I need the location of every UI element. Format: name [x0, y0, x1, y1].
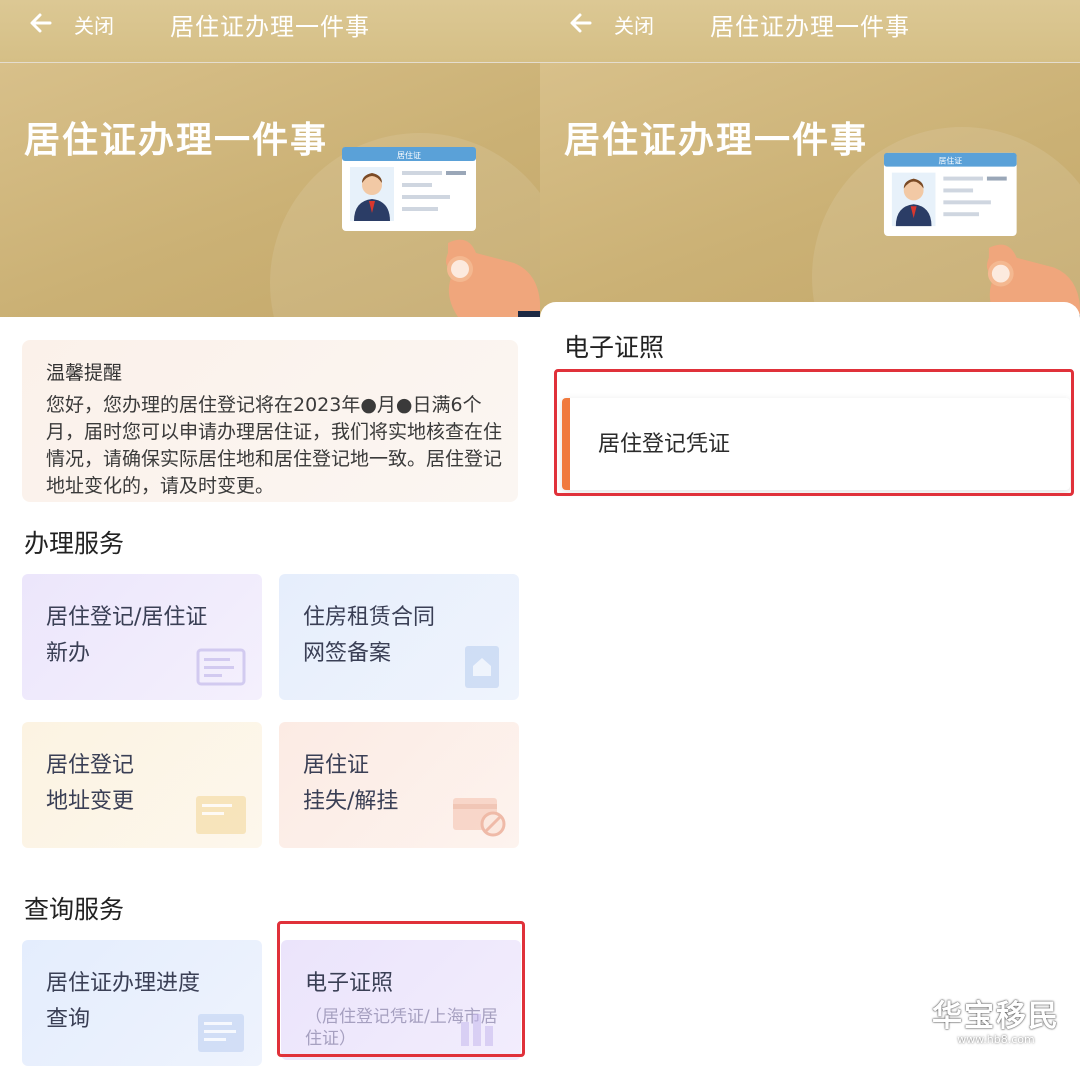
reminder-title: 温馨提醒 [46, 362, 123, 384]
close-button[interactable]: 关闭 [614, 10, 654, 39]
watermark: 华宝移民 www.hb8.com [932, 991, 1060, 1046]
card-block-icon [453, 798, 506, 837]
highlight-box [554, 369, 1074, 496]
list-search-icon [198, 1014, 244, 1052]
page-title: 居住证办理一件事 [710, 13, 910, 41]
id-card-hand-illustration: 居住证 [883, 152, 1080, 322]
id-card-hand-illustration: 居住证 [342, 147, 540, 317]
reminder-body: 您好，您办理的居住登记将在2023年●月●日满6个月，届时您可以申请办理居住证，… [46, 394, 503, 497]
tile-new-registration[interactable]: 居住登记/居住证 新办 [22, 574, 262, 700]
main-page: 居住证办理一件事 居住证 关闭 居住证办理一件事 温馨提醒 您好，您办理的居住登… [0, 0, 540, 1070]
banner-title: 居住证办理一件事 [24, 120, 329, 161]
tile-progress-query[interactable]: 居住证办理进度 查询 [22, 940, 262, 1066]
banner-title: 居住证办理一件事 [564, 120, 869, 161]
card-label: 居住证 [397, 150, 421, 160]
house-document-icon [465, 646, 499, 688]
top-bar-divider [540, 62, 1080, 63]
query-section-title: 查询服务 [24, 895, 125, 924]
tile-address-change[interactable]: 居住登记 地址变更 [22, 722, 262, 848]
form-icon [196, 648, 246, 686]
services-section-title: 办理服务 [24, 529, 125, 558]
reminder-card: 温馨提醒 您好，您办理的居住登记将在2023年●月●日满6个月，届时您可以申请办… [22, 340, 518, 502]
close-button[interactable]: 关闭 [74, 10, 114, 39]
e-license-page: 居住证办理一件事 居住证 关闭 居住证办理一件事 电子证照 居住登记凭证 华宝移… [540, 0, 1080, 1070]
address-edit-icon [196, 796, 246, 834]
banner: 居住证办理一件事 居住证 [0, 63, 540, 317]
watermark-text: 华宝移民 [932, 999, 1060, 1034]
top-bar-divider [0, 62, 540, 63]
page-title: 居住证办理一件事 [170, 13, 370, 41]
top-bar: 关闭 居住证办理一件事 [0, 0, 540, 62]
card-label: 居住证 [938, 156, 962, 166]
bottom-sheet: 电子证照 居住登记凭证 [540, 302, 1080, 1070]
back-arrow-icon[interactable] [566, 10, 594, 38]
tile-report-loss[interactable]: 居住证 挂失/解挂 [279, 722, 519, 848]
top-bar: 关闭 居住证办理一件事 [540, 0, 1080, 62]
tile-rental-contract[interactable]: 住房租赁合同 网签备案 [279, 574, 519, 700]
back-arrow-icon[interactable] [26, 10, 54, 38]
sheet-title: 电子证照 [564, 333, 665, 362]
highlight-box [277, 921, 525, 1057]
banner: 居住证办理一件事 居住证 [540, 63, 1080, 323]
